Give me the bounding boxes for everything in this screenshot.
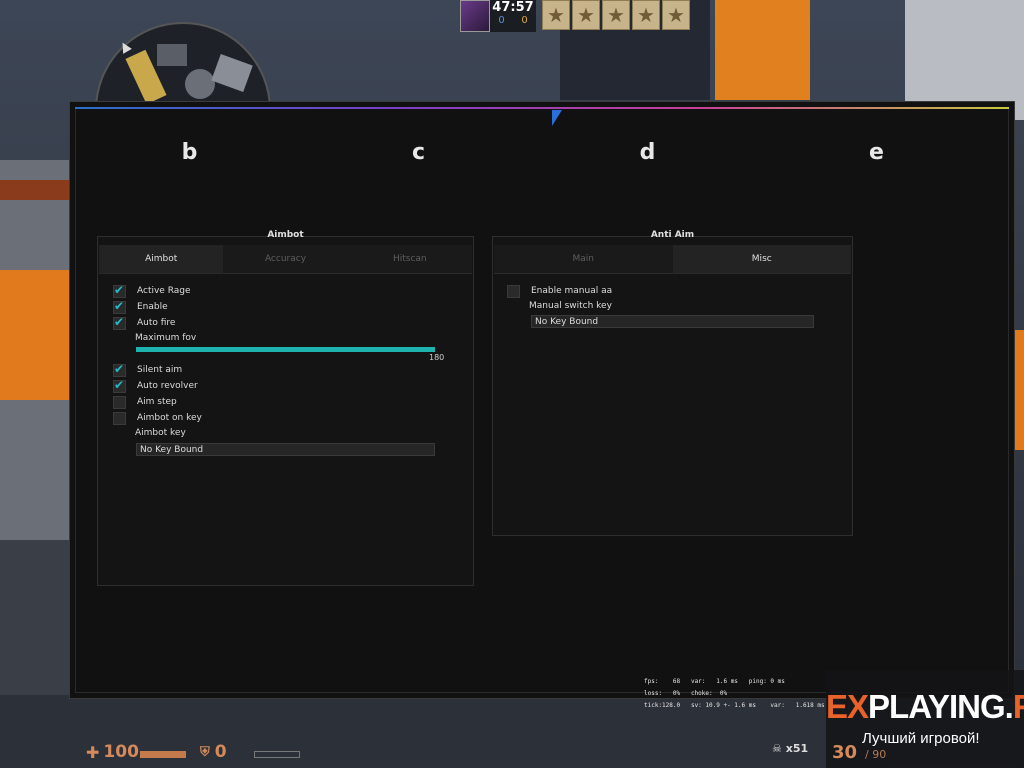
auto-fire-label: Auto fire (137, 318, 176, 328)
maximum-fov-slider[interactable] (136, 347, 435, 352)
health-cross-icon: ✚ (86, 742, 100, 762)
auto-revolver-label: Auto revolver (137, 381, 198, 391)
health-display: ✚ 100 (86, 742, 139, 762)
antiaim-group: Anti Aim Main Misc Enable manual aa Manu… (492, 230, 853, 536)
aimbot-group: Aimbot Aimbot Accuracy Hitscan Active Ra… (97, 230, 474, 586)
enable-manual-aa-checkbox[interactable] (507, 284, 520, 298)
health-value: 100 (103, 742, 139, 762)
aimbot-on-key-label: Aimbot on key (137, 413, 202, 423)
top-scoreboard: 47:57 0 0 ★ ★ ★ ★ ★ (460, 0, 690, 32)
silent-aim-label: Silent aim (137, 365, 183, 375)
kill-count: ☠ x51 (772, 742, 808, 755)
aimbot-on-key-row[interactable]: Aimbot on key (113, 411, 202, 425)
watermark-tagline: Лучший игровой! (862, 730, 980, 747)
ammo-clip: 30 (832, 742, 858, 763)
round-timer: 47:57 0 0 (490, 0, 536, 32)
brand-playing: PLAYING. (868, 688, 1014, 725)
manual-switch-key-label: Manual switch key (529, 301, 612, 311)
aimbot-key-label: Aimbot key (135, 428, 186, 438)
tab-b[interactable]: b (75, 140, 304, 165)
auto-fire-checkbox[interactable] (113, 315, 126, 330)
tab-d[interactable]: d (533, 140, 762, 165)
maximum-fov-slider-fill (136, 347, 435, 352)
menu-main-tabs: b c d e (75, 140, 1009, 165)
star-icon: ★ (542, 0, 570, 30)
active-rage-label: Active Rage (137, 286, 191, 296)
aimbot-key-binder[interactable]: No Key Bound (136, 443, 435, 456)
enable-manual-aa-label: Enable manual aa (531, 286, 613, 296)
active-rage-row[interactable]: Active Rage (113, 283, 191, 298)
subtab-aimbot[interactable]: Aimbot (99, 245, 224, 273)
armor-bar (254, 751, 300, 758)
ammo-reserve: / 90 (865, 748, 887, 761)
aimbot-subtabs: Aimbot Accuracy Hitscan (99, 245, 472, 274)
menu-window: b c d e Aimbot Aimbot Accuracy Hitscan A… (69, 101, 1015, 699)
subtab-misc[interactable]: Misc (672, 245, 851, 273)
auto-fire-row[interactable]: Auto fire (113, 315, 176, 330)
aim-step-row[interactable]: Aim step (113, 395, 177, 409)
aim-step-label: Aim step (137, 397, 177, 407)
player-avatar (460, 0, 490, 32)
netgraph-line-1: fps: 68 var: 1.6 ms ping: 0 ms (644, 678, 785, 685)
aimbot-group-title: Aimbot (267, 230, 304, 240)
antiaim-group-title: Anti Aim (650, 230, 695, 240)
active-rage-checkbox[interactable] (113, 283, 126, 298)
skull-icon: ☠ (772, 742, 782, 755)
star-icon: ★ (662, 0, 690, 30)
star-icon: ★ (602, 0, 630, 30)
armor-value: 0 (214, 742, 227, 762)
brand-ex: EX (826, 688, 869, 725)
enable-row[interactable]: Enable (113, 299, 168, 314)
watermark-brand: EXPLAYING.RU (826, 688, 1024, 726)
manual-switch-key-binder[interactable]: No Key Bound (531, 315, 814, 328)
subtab-hitscan[interactable]: Hitscan (347, 245, 472, 273)
kill-count-value: x51 (785, 742, 809, 755)
silent-aim-checkbox[interactable] (113, 362, 126, 377)
maximum-fov-label: Maximum fov (135, 333, 197, 343)
antiaim-subtabs: Main Misc (494, 245, 851, 274)
net-graph: fps: 68 var: 1.6 ms ping: 0 ms loss: 0% c… (644, 676, 825, 712)
aim-step-checkbox[interactable] (113, 395, 126, 409)
maximum-fov-value: 180 (429, 353, 445, 362)
tab-c[interactable]: c (304, 140, 533, 165)
menu-gradient-bar (75, 107, 1009, 109)
enable-label: Enable (137, 302, 168, 312)
enable-manual-aa-row[interactable]: Enable manual aa (507, 284, 612, 298)
enable-checkbox[interactable] (113, 299, 126, 314)
subtab-main[interactable]: Main (494, 245, 673, 273)
subtab-accuracy[interactable]: Accuracy (223, 245, 348, 273)
armor-shield-icon: ⛨ (200, 744, 210, 760)
health-bar (140, 751, 186, 758)
auto-revolver-row[interactable]: Auto revolver (113, 378, 198, 393)
netgraph-line-3: tick:128.0 sv: 10.9 +- 1.6 ms var: 1.618… (644, 702, 825, 709)
timer-text: 47:57 (492, 0, 534, 15)
t-score: 0 (521, 15, 528, 26)
auto-revolver-checkbox[interactable] (113, 378, 126, 393)
netgraph-line-2: loss: 0% choke: 0% (644, 690, 728, 697)
tab-e[interactable]: e (762, 140, 991, 165)
rank-stars: ★ ★ ★ ★ ★ (540, 0, 690, 32)
star-icon: ★ (632, 0, 660, 30)
brand-ru: RU (1013, 688, 1024, 725)
star-icon: ★ (572, 0, 600, 30)
silent-aim-row[interactable]: Silent aim (113, 362, 183, 377)
armor-display: ⛨ 0 (200, 742, 227, 762)
mouse-cursor-icon (552, 110, 562, 126)
ct-score: 0 (498, 15, 505, 26)
aimbot-on-key-checkbox[interactable] (113, 411, 126, 425)
